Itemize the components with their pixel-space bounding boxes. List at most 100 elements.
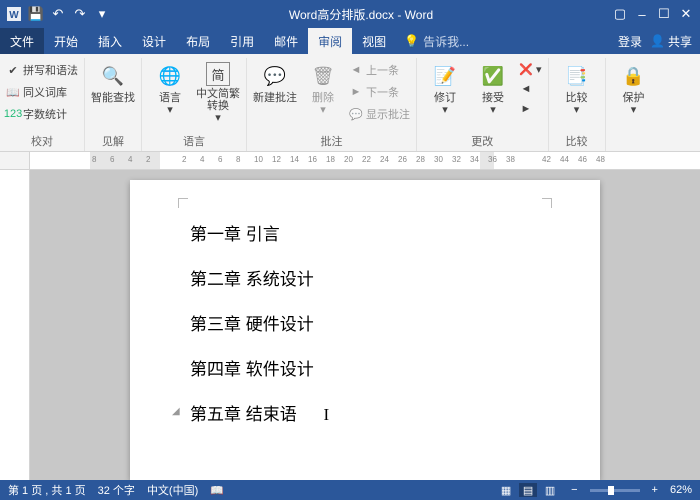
- tab-insert[interactable]: 插入: [88, 28, 132, 54]
- ruler-tick: 8: [92, 155, 96, 164]
- lock-icon: 🔒: [620, 62, 648, 90]
- compare-icon: 📑: [563, 62, 591, 90]
- ruler-tick: 4: [200, 155, 204, 164]
- group-language-label: 语言: [148, 131, 240, 151]
- close-icon[interactable]: ✕: [676, 4, 696, 24]
- zoom-slider[interactable]: [590, 489, 640, 492]
- ruler-tick: 34: [470, 155, 479, 164]
- ruler-tick: 26: [398, 155, 407, 164]
- spelling-button[interactable]: ✔拼写和语法: [6, 60, 78, 80]
- status-language[interactable]: 中文(中国): [147, 482, 198, 498]
- smart-lookup-button[interactable]: 🔍 智能查找: [91, 58, 135, 104]
- heading-5[interactable]: ◢ 第五章 结束语 I: [190, 400, 540, 425]
- undo-icon[interactable]: ↶: [48, 4, 68, 24]
- view-read-icon[interactable]: ▦: [497, 483, 515, 497]
- tab-mailings[interactable]: 邮件: [264, 28, 308, 54]
- tab-review[interactable]: 审阅: [308, 28, 352, 54]
- tab-layout[interactable]: 布局: [176, 28, 220, 54]
- comment-icon: 💬: [261, 62, 289, 90]
- outline-marker-icon: ◢: [172, 406, 180, 417]
- reject-icon: ❌: [519, 62, 533, 76]
- status-page[interactable]: 第 1 页 , 共 1 页: [8, 482, 86, 498]
- thesaurus-button[interactable]: 📖同义词库: [6, 82, 78, 102]
- zoom-out-button[interactable]: −: [571, 484, 577, 496]
- view-buttons: ▦ ▤ ▥: [497, 483, 559, 497]
- tab-references[interactable]: 引用: [220, 28, 264, 54]
- page[interactable]: 第一章 引言 第二章 系统设计 第三章 硬件设计 第四章 软件设计 ◢ 第五章 …: [130, 180, 600, 480]
- next-change-button[interactable]: ►: [519, 100, 542, 118]
- share-button[interactable]: 👤共享: [650, 33, 692, 50]
- new-comment-button[interactable]: 💬 新建批注: [253, 58, 297, 104]
- heading-2[interactable]: 第二章 系统设计: [190, 265, 540, 290]
- ruler-tick: 6: [218, 155, 222, 164]
- tab-home[interactable]: 开始: [44, 28, 88, 54]
- show-icon: 💬: [349, 107, 363, 121]
- reject-button[interactable]: ❌▾: [519, 60, 542, 78]
- show-comments-button[interactable]: 💬显示批注: [349, 104, 410, 124]
- protect-button[interactable]: 🔒 保护▾: [612, 58, 656, 116]
- view-print-icon[interactable]: ▤: [519, 483, 537, 497]
- save-icon[interactable]: 💾: [26, 4, 46, 24]
- group-compare-label: 比较: [555, 131, 599, 151]
- ruler-tick: 18: [326, 155, 335, 164]
- ribbon: ✔拼写和语法 📖同义词库 123字数统计 校对 🔍 智能查找 见解 🌐 语言▾ …: [0, 54, 700, 152]
- minimize-icon[interactable]: ‒: [632, 4, 652, 24]
- chinese-convert-button[interactable]: 简 中文简繁转换▾: [196, 58, 240, 124]
- search-icon: 🔍: [99, 62, 127, 90]
- tab-file[interactable]: 文件: [0, 28, 44, 54]
- group-proofing-label: 校对: [6, 131, 78, 151]
- window-title: Word高分排版.docx - Word: [112, 6, 610, 23]
- ruler-vertical[interactable]: [0, 170, 30, 480]
- ruler-tick: 2: [182, 155, 186, 164]
- delete-icon: 🗑: [309, 62, 337, 90]
- status-proof-icon[interactable]: 📖: [210, 484, 224, 497]
- status-wordcount[interactable]: 32 个字: [98, 482, 135, 498]
- ruler-tick: 20: [344, 155, 353, 164]
- book-icon: 📖: [6, 85, 20, 99]
- track-changes-button[interactable]: 📝 修订▾: [423, 58, 467, 116]
- zoom-in-button[interactable]: +: [652, 484, 658, 496]
- ribbon-tabs: 文件 开始 插入 设计 布局 引用 邮件 审阅 视图 💡告诉我... 登录 👤共…: [0, 28, 700, 54]
- ruler-tick: 14: [290, 155, 299, 164]
- group-protect: 🔒 保护▾: [606, 58, 662, 151]
- qat-more-icon[interactable]: ▾: [92, 4, 112, 24]
- ruler-tick: 2: [146, 155, 150, 164]
- next-comment-button[interactable]: ►下一条: [349, 82, 410, 102]
- ruler-horizontal[interactable]: 8642246810121416182022242628303234363842…: [0, 152, 700, 170]
- prev-change-button[interactable]: ◄: [519, 80, 542, 98]
- tab-design[interactable]: 设计: [132, 28, 176, 54]
- prev-comment-button[interactable]: ◄上一条: [349, 60, 410, 80]
- group-compare: 📑 比较▾ 比较: [549, 58, 606, 151]
- prev-change-icon: ◄: [519, 82, 533, 96]
- margin-marker-tl: [178, 198, 188, 208]
- share-icon: 👤: [650, 34, 665, 48]
- maximize-icon[interactable]: ☐: [654, 4, 674, 24]
- ruler-tick: 8: [236, 155, 240, 164]
- ribbon-options-icon[interactable]: ▢: [610, 4, 630, 24]
- page-viewport[interactable]: 第一章 引言 第二章 系统设计 第三章 硬件设计 第四章 软件设计 ◢ 第五章 …: [30, 170, 700, 480]
- wordcount-button[interactable]: 123字数统计: [6, 104, 78, 124]
- compare-button[interactable]: 📑 比较▾: [555, 58, 599, 116]
- group-insights-label: 见解: [91, 131, 135, 151]
- login-link[interactable]: 登录: [618, 33, 642, 50]
- redo-icon[interactable]: ↷: [70, 4, 90, 24]
- ruler-tick: 22: [362, 155, 371, 164]
- heading-4[interactable]: 第四章 软件设计: [190, 355, 540, 380]
- accept-button[interactable]: ✅ 接受▾: [471, 58, 515, 116]
- margin-marker-tr: [542, 198, 552, 208]
- heading-1[interactable]: 第一章 引言: [190, 220, 540, 245]
- account-area: 登录 👤共享: [618, 28, 700, 54]
- ruler-tick: 42: [542, 155, 551, 164]
- tell-me[interactable]: 💡告诉我...: [396, 28, 618, 54]
- text-cursor-icon: I: [323, 405, 329, 424]
- count-icon: 123: [6, 107, 20, 121]
- language-button[interactable]: 🌐 语言▾: [148, 58, 192, 116]
- heading-3[interactable]: 第三章 硬件设计: [190, 310, 540, 335]
- view-web-icon[interactable]: ▥: [541, 483, 559, 497]
- delete-comment-button[interactable]: 🗑 删除▾: [301, 58, 345, 116]
- group-insights: 🔍 智能查找 见解: [85, 58, 142, 151]
- check-icon: ✔: [6, 63, 20, 77]
- tab-view[interactable]: 视图: [352, 28, 396, 54]
- globe-icon: 🌐: [156, 62, 184, 90]
- zoom-level[interactable]: 62%: [670, 484, 692, 496]
